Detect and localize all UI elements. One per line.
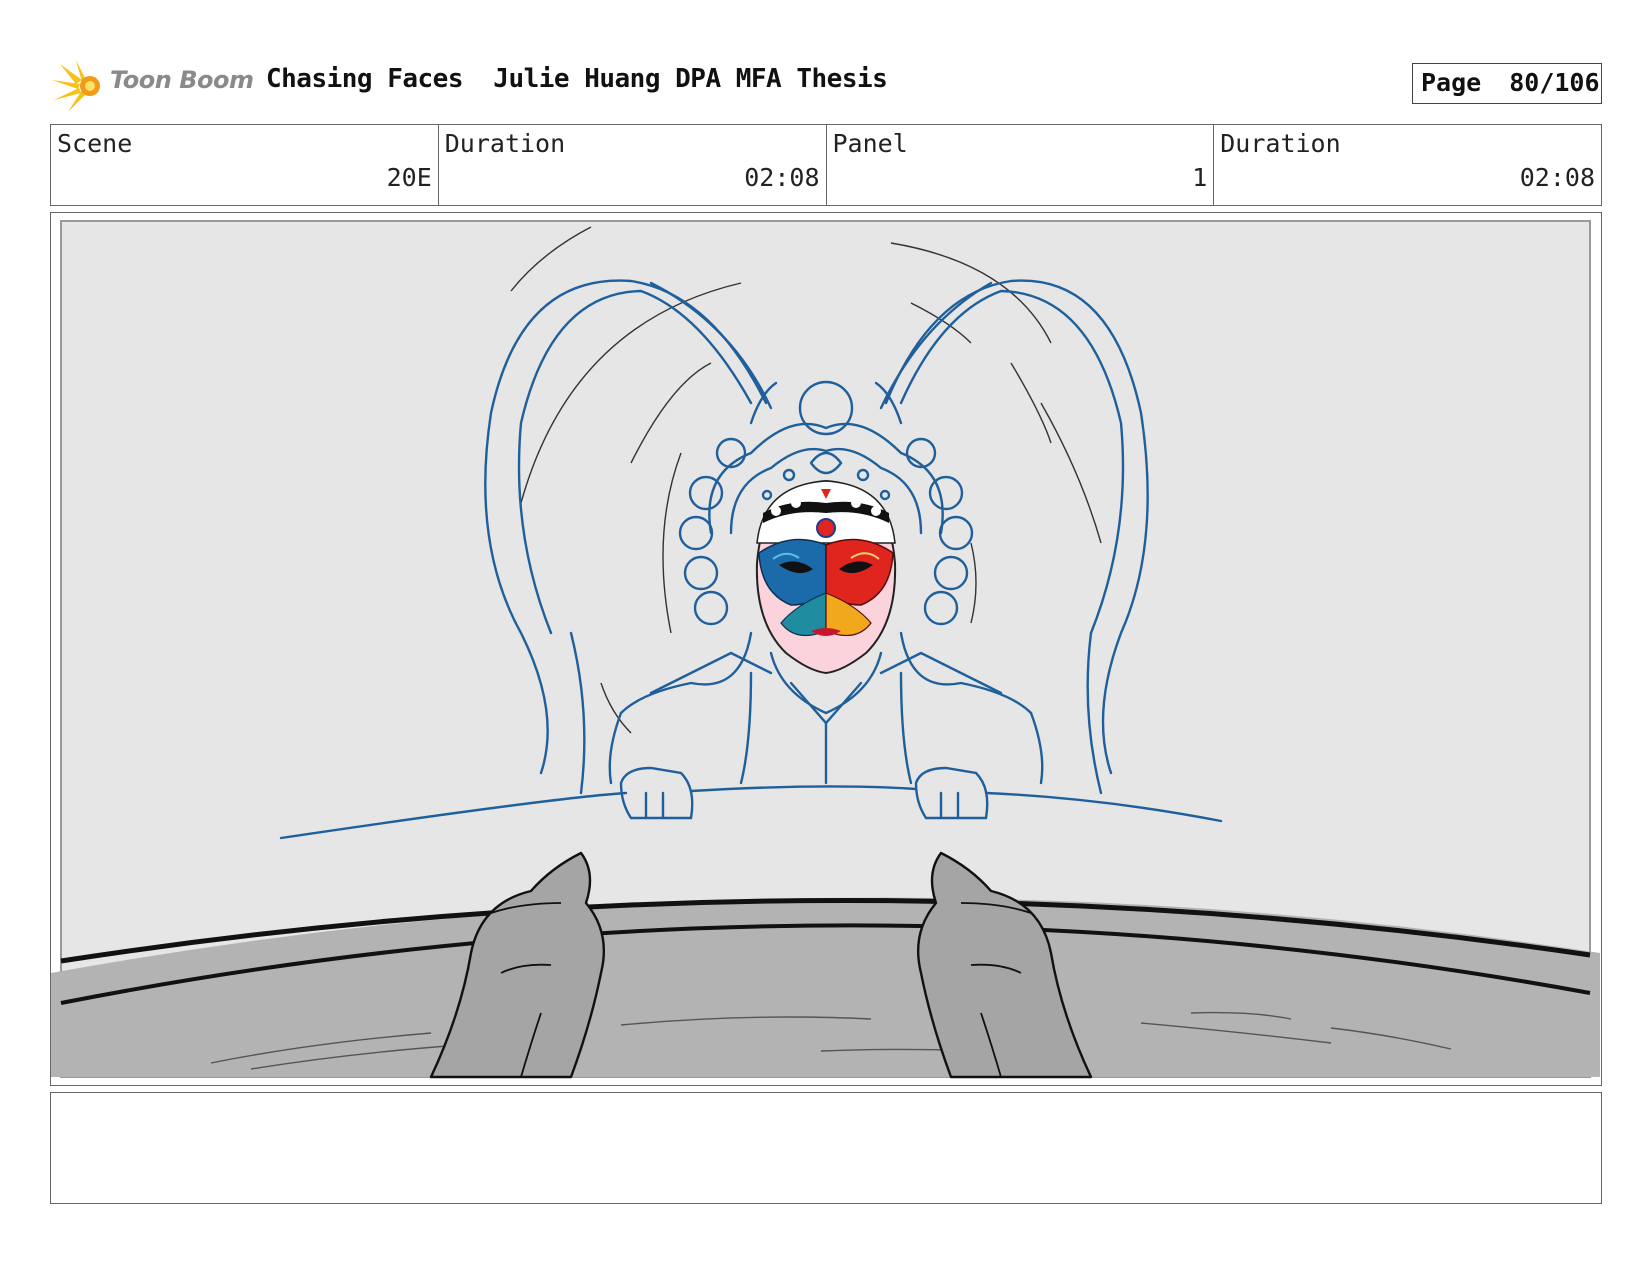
panel-label: Panel	[832, 129, 908, 158]
panel-notes-box	[50, 1092, 1602, 1204]
logo-text: Toon Boom	[110, 66, 254, 94]
scene-value: 20E	[386, 163, 432, 192]
scene-duration-value: 02:08	[744, 163, 820, 192]
starburst-icon	[52, 60, 100, 112]
page-number: 80/106	[1509, 68, 1600, 97]
scene-duration-cell: Duration 02:08	[439, 125, 827, 205]
panel-duration-label: Duration	[1220, 129, 1341, 158]
page-label: Page	[1421, 68, 1482, 97]
storyboard-panel	[50, 212, 1602, 1086]
scene-cell: Scene 20E	[51, 125, 439, 205]
panel-notes-text	[51, 1093, 1601, 1109]
opera-mask	[755, 479, 897, 675]
panel-sketch	[51, 220, 1600, 1079]
page-indicator: Page 80/106	[1412, 63, 1602, 104]
scene-label: Scene	[57, 129, 133, 158]
panel-duration-value: 02:08	[1519, 163, 1595, 192]
panel-duration-cell: Duration 02:08	[1214, 125, 1601, 205]
panel-cell: Panel 1	[827, 125, 1215, 205]
toon-boom-logo: Toon Boom	[52, 58, 254, 114]
panel-info-row: Scene 20E Duration 02:08 Panel 1 Duratio…	[50, 124, 1602, 206]
storyboard-title: Chasing Faces Julie Huang DPA MFA Thesis	[266, 64, 888, 94]
panel-value: 1	[1192, 163, 1208, 192]
scene-duration-label: Duration	[444, 129, 566, 158]
